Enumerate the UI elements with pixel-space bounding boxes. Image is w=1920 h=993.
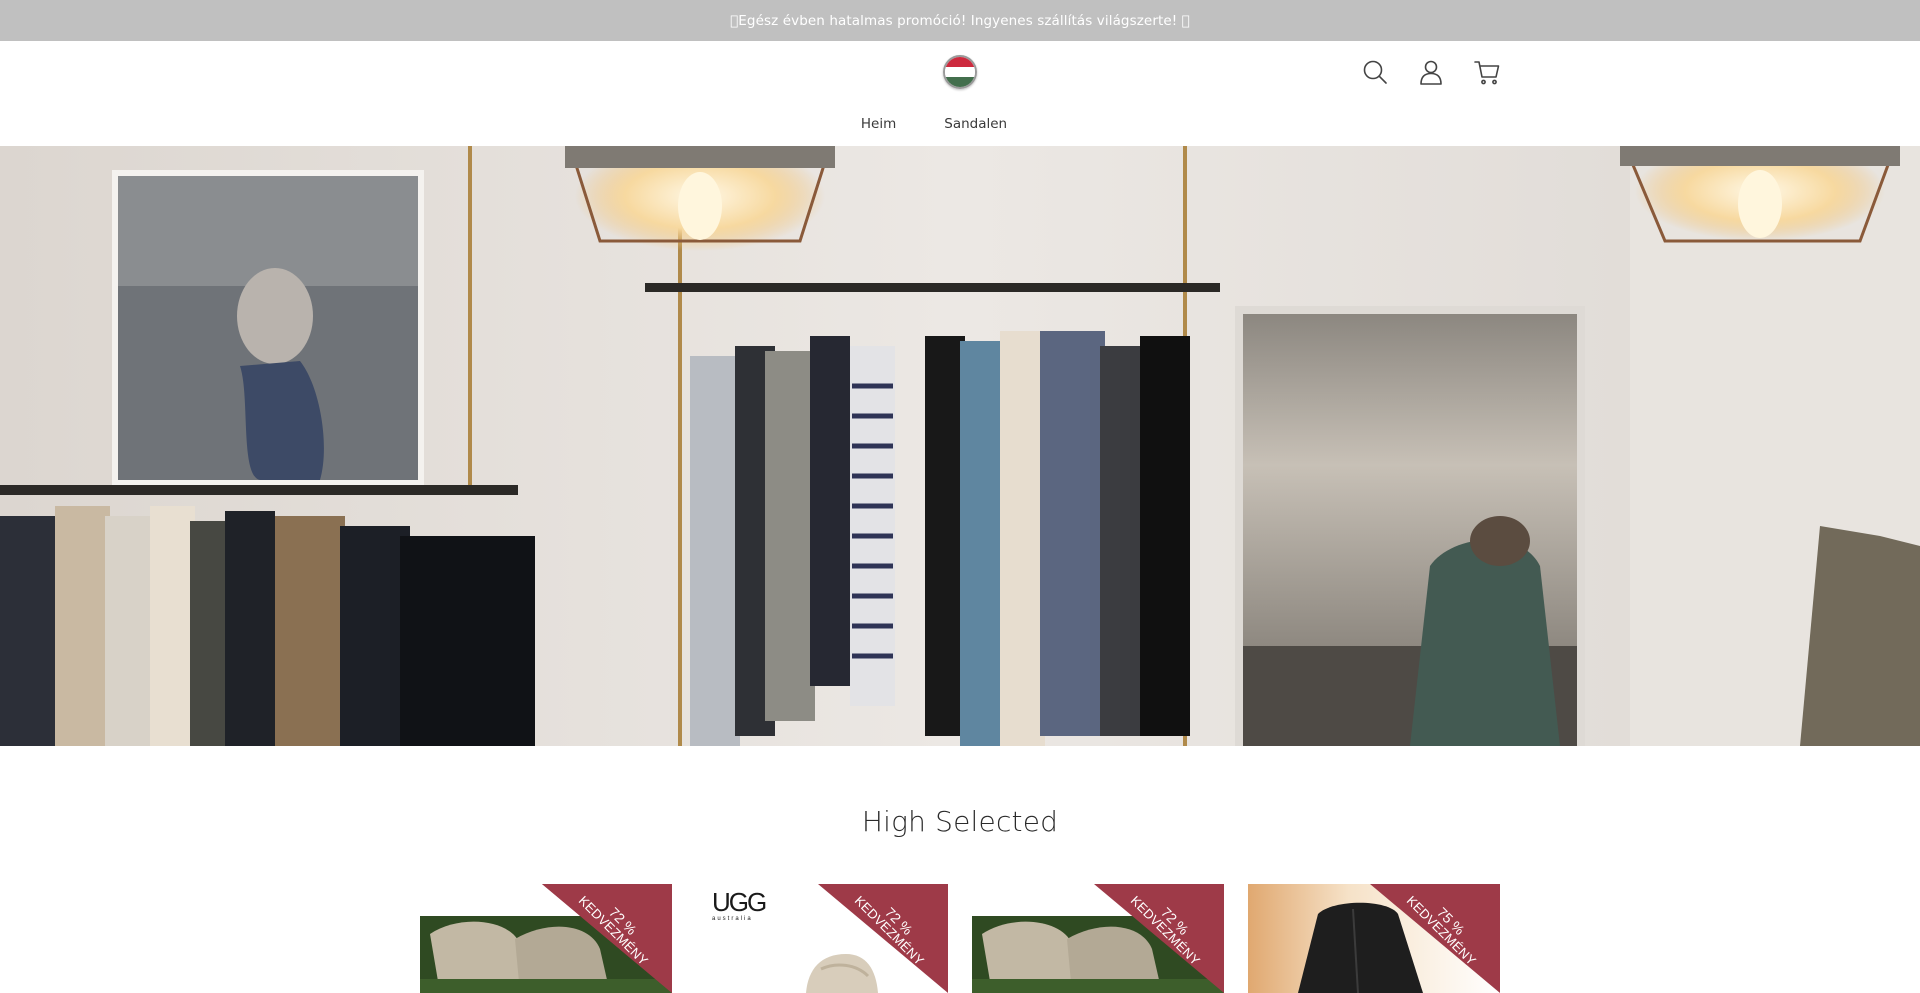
product-card[interactable]: UGG australia 72 % KEDVEZMÉNY — [696, 884, 948, 993]
ugg-brand-logo: UGG australia — [712, 887, 767, 922]
account-icon[interactable] — [1416, 57, 1446, 87]
site-header: Heim Sandalen — [0, 41, 1920, 146]
nav-item-heim[interactable]: Heim — [861, 116, 896, 132]
product-card[interactable]: 72 % KEDVEZMÉNY — [972, 884, 1224, 993]
product-card[interactable]: 75 % KEDVEZMÉNY — [1248, 884, 1500, 993]
product-grid: 72 % KEDVEZMÉNY UGG australia 72 % KEDVE… — [420, 884, 1500, 993]
announcement-bar:  Egész évben hatalmas promóció! Ingyenes… — [0, 0, 1920, 41]
hero-banner-image — [0, 146, 1920, 746]
search-icon[interactable] — [1360, 57, 1390, 87]
cart-icon[interactable] — [1472, 57, 1502, 87]
discount-ribbon: 72 % KEDVEZMÉNY — [818, 884, 948, 993]
discount-ribbon: 75 % KEDVEZMÉNY — [1370, 884, 1500, 993]
discount-ribbon: 72 % KEDVEZMÉNY — [1094, 884, 1224, 993]
announcement-text:  Egész évben hatalmas promóció! Ingyenes… — [730, 12, 1190, 29]
product-card[interactable]: 72 % KEDVEZMÉNY — [420, 884, 672, 993]
nav-item-sandalen[interactable]: Sandalen — [944, 116, 1007, 132]
discount-ribbon: 72 % KEDVEZMÉNY — [542, 884, 672, 993]
hungary-flag-icon[interactable] — [943, 55, 977, 89]
main-nav: Heim Sandalen — [0, 116, 1920, 132]
section-title: High Selected — [861, 805, 1059, 838]
